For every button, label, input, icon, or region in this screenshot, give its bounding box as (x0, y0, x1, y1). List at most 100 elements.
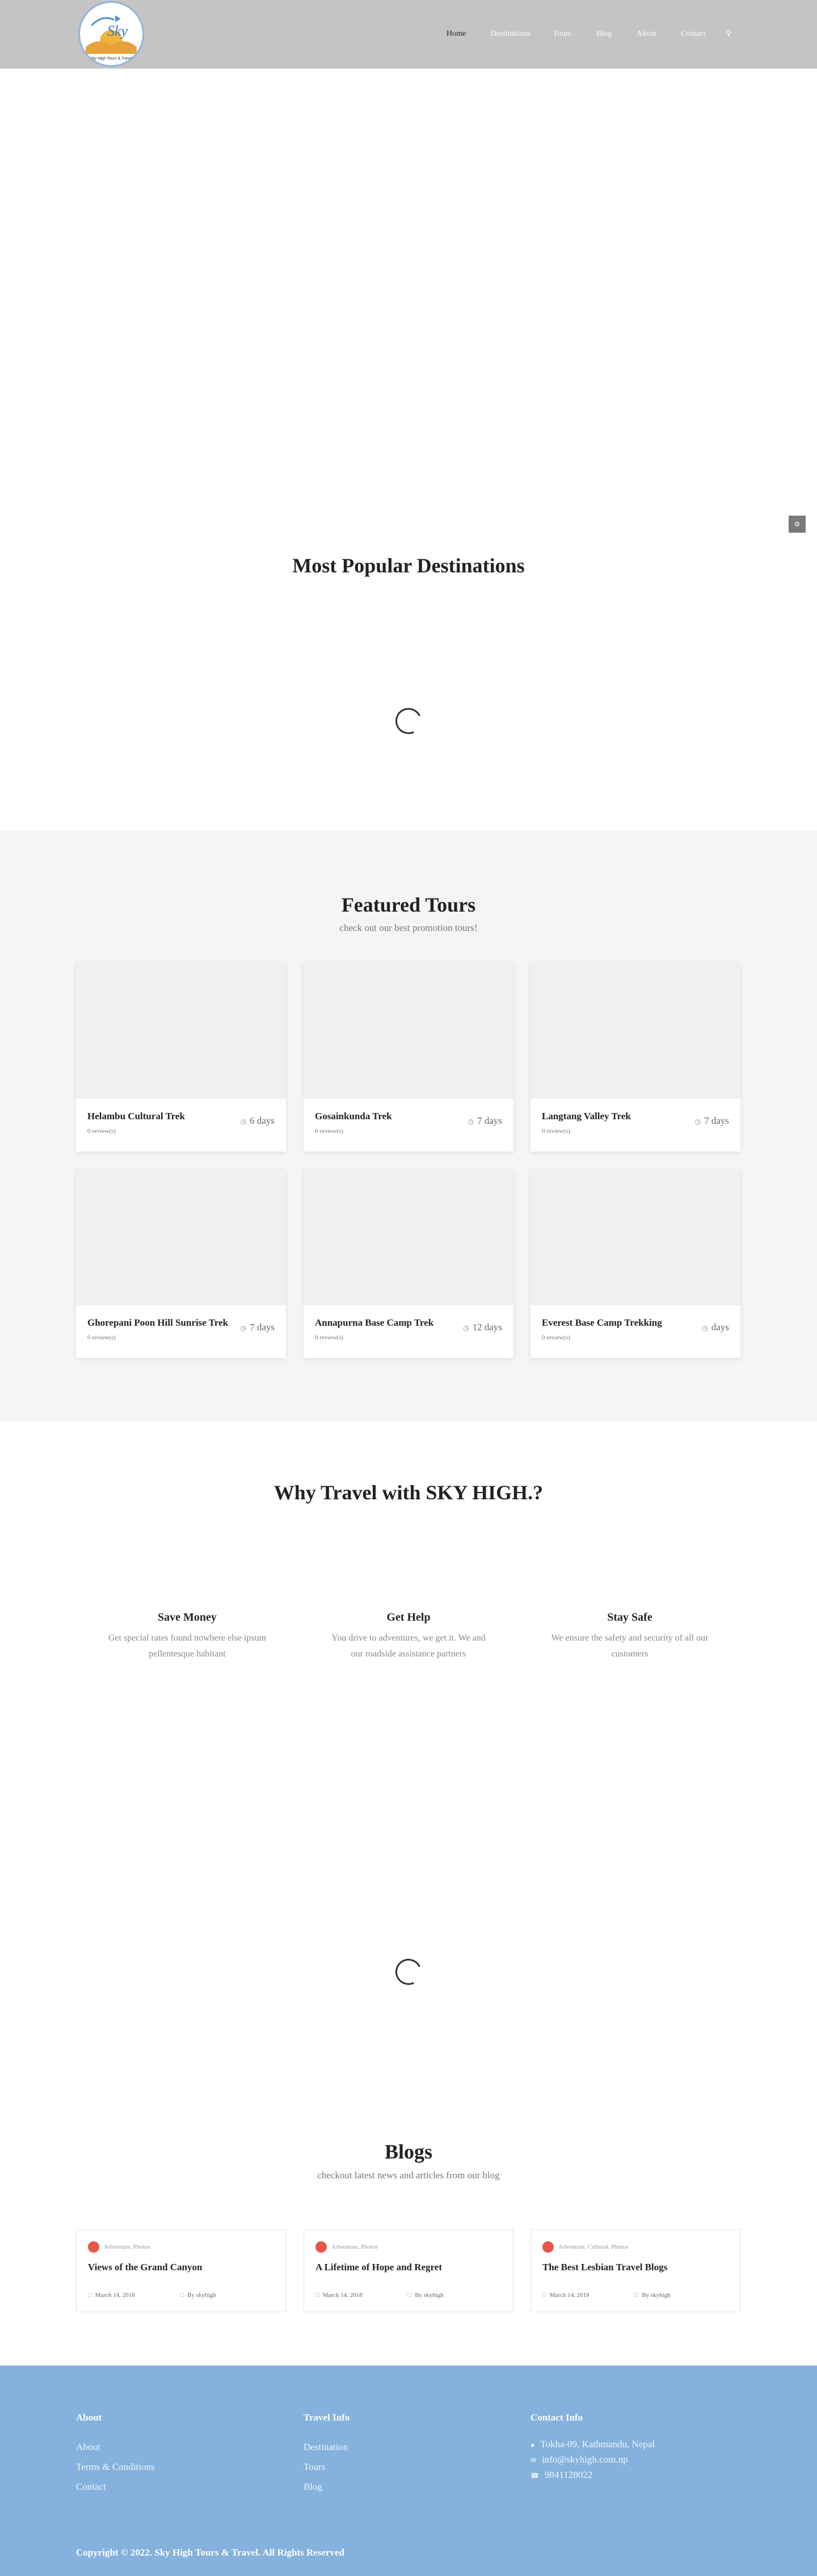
tour-image[interactable] (76, 963, 286, 1099)
blog-title[interactable]: A Lifetime of Hope and Regret (315, 2261, 442, 2274)
tour-duration: ◷ days (702, 1322, 729, 1333)
tour-image[interactable] (530, 963, 740, 1099)
main-nav: Home Destinations Tours Blog About Conta… (0, 27, 817, 41)
tour-reviews: 0 review(s) (315, 1128, 343, 1135)
clock-icon: ◷ (468, 1118, 474, 1125)
clock-icon: ◷ (240, 1324, 247, 1332)
tour-reviews: 0 review(s) (87, 1334, 116, 1341)
loading-spinner (391, 704, 426, 738)
tour-name[interactable]: Helambu Cultural Trek (87, 1110, 185, 1123)
footer-phone[interactable]: ☎ 9841128022 (530, 2468, 655, 2483)
search-icon[interactable]: ⚲ (726, 27, 731, 41)
footer-link-about[interactable]: About (76, 2437, 155, 2457)
blogs-subtitle: checkout latest news and articles from o… (317, 2170, 500, 2181)
footer-link-destination[interactable]: Destination (304, 2437, 349, 2457)
footer-link-blog[interactable]: Blog (304, 2477, 349, 2497)
footer-link-contact[interactable]: Contact (76, 2477, 155, 2497)
blog-meta: □ March 14, 2018 □ By skyhigh (542, 2292, 671, 2299)
feature-get-help: Get Help You drive to adventures, we get… (329, 1610, 488, 1662)
tour-reviews: 0 review(s) (315, 1334, 343, 1341)
tour-image[interactable] (304, 963, 513, 1099)
logo-tagline: Sky High Tours & Travel (90, 57, 133, 61)
feature-desc: Get special rates found nowhere else ips… (108, 1633, 267, 1659)
footer-email[interactable]: ✉ info@skyhigh.com.np (530, 2452, 655, 2468)
envelope-icon: ✉ (530, 2456, 537, 2464)
tour-card[interactable]: Helambu Cultural Trek 0 review(s) ◷ 6 day… (76, 963, 286, 1152)
clock-icon: ◷ (694, 1118, 701, 1125)
blogs-title: Blogs (384, 2140, 433, 2163)
category-icon (542, 2241, 554, 2253)
calendar-icon: □ (315, 2292, 319, 2299)
blog-card[interactable]: Adventure, Photos Views of the Grand Can… (76, 2229, 286, 2312)
nav-contact[interactable]: Contact (681, 27, 706, 41)
loading-spinner (391, 1955, 426, 1989)
tour-image[interactable] (304, 1169, 513, 1305)
phone-icon: ☎ (530, 2472, 539, 2480)
tour-duration: ◷ 12 days (463, 1322, 502, 1333)
featured-title: Featured Tours (341, 893, 476, 916)
footer-link-terms[interactable]: Terms & Conditions (76, 2457, 155, 2477)
blog-meta: □ March 14, 2018 □ By skyhigh (315, 2292, 444, 2299)
category-icon (315, 2241, 327, 2253)
blog-card[interactable]: Adventure, Photos A Lifetime of Hope and… (304, 2229, 513, 2312)
blog-title[interactable]: The Best Lesbian Travel Blogs (542, 2261, 667, 2274)
feature-title: Stay Safe (607, 1611, 652, 1624)
blog-categories[interactable]: Adventure, Photos (88, 2241, 150, 2253)
user-icon: □ (407, 2292, 412, 2299)
category-icon (88, 2241, 99, 2253)
tour-reviews: 0 review(s) (542, 1334, 570, 1341)
feature-desc: You drive to adventures, we get it. We a… (331, 1633, 486, 1659)
tour-duration: ◷ 7 days (468, 1115, 502, 1126)
tour-name[interactable]: Gosainkunda Trek (315, 1110, 392, 1123)
tour-duration: ◷ 6 days (240, 1115, 275, 1126)
nav-tours[interactable]: Tours (553, 27, 571, 41)
calendar-icon: □ (542, 2292, 546, 2299)
footer-about: About About Terms & Conditions Contact (76, 2411, 155, 2497)
feature-stay-safe: Stay Safe We ensure the safety and secur… (550, 1610, 709, 1662)
tour-card[interactable]: Annapurna Base Camp Trek 0 review(s) ◷ 12… (304, 1169, 513, 1358)
destinations-title: Most Popular Destinations (292, 554, 525, 577)
clock-icon: ◷ (702, 1324, 708, 1332)
tour-name[interactable]: Everest Base Camp Trekking (542, 1317, 662, 1329)
calendar-icon: □ (88, 2292, 92, 2299)
blog-card[interactable]: Adventure, Cultural, Photos The Best Les… (530, 2229, 740, 2312)
footer-heading: Travel Info (304, 2412, 350, 2423)
blog-meta: □ March 14, 2018 □ By skyhigh (88, 2292, 216, 2299)
blog-categories[interactable]: Adventure, Photos (315, 2241, 378, 2253)
feature-title: Save Money (158, 1611, 217, 1624)
site-header: Sky Sky High Tours & Travel Home Destina… (0, 0, 817, 69)
tour-reviews: 0 review(s) (87, 1128, 116, 1135)
tour-card[interactable]: Gosainkunda Trek 0 review(s) ◷ 7 days (304, 963, 513, 1152)
tour-name[interactable]: Langtang Valley Trek (542, 1110, 631, 1123)
tour-name[interactable]: Annapurna Base Camp Trek (315, 1317, 433, 1329)
feature-save-money: Save Money Get special rates found nowhe… (108, 1610, 267, 1662)
tour-image[interactable] (530, 1169, 740, 1305)
featured-subtitle: check out our best promotion tours! (339, 922, 478, 933)
footer-address: ● Tokha-09, Kathmandu, Nepal (530, 2439, 655, 2449)
blog-title[interactable]: Views of the Grand Canyon (88, 2261, 203, 2274)
tour-reviews: 0 review(s) (542, 1128, 570, 1135)
tour-duration: ◷ 7 days (240, 1322, 275, 1333)
footer-travel-info: Travel Info Destination Tours Blog (304, 2411, 349, 2497)
tour-card[interactable]: Langtang Valley Trek 0 review(s) ◷ 7 days (530, 963, 740, 1152)
blog-categories[interactable]: Adventure, Cultural, Photos (542, 2241, 628, 2253)
footer-heading: Contact Info (530, 2412, 583, 2423)
tour-card[interactable]: Everest Base Camp Trekking 0 review(s) ◷… (530, 1169, 740, 1358)
map-marker-icon: ● (530, 2441, 535, 2449)
tour-image[interactable] (76, 1169, 286, 1305)
clock-icon: ◷ (240, 1118, 247, 1125)
tour-card[interactable]: Ghorepani Poon Hill Sunrise Trek 0 revie… (76, 1169, 286, 1358)
footer-contact-info: Contact Info ● Tokha-09, Kathmandu, Nepal… (530, 2411, 655, 2483)
gear-icon[interactable]: ⚙ (789, 516, 806, 533)
nav-destinations[interactable]: Destinations (491, 27, 530, 41)
user-icon: □ (634, 2292, 639, 2299)
why-title: Why Travel with SKY HIGH.? (273, 1481, 544, 1504)
footer-link-tours[interactable]: Tours (304, 2457, 349, 2477)
footer-heading: About (76, 2412, 102, 2423)
nav-about[interactable]: About (637, 27, 656, 41)
tour-name[interactable]: Ghorepani Poon Hill Sunrise Trek (87, 1317, 228, 1329)
feature-title: Get Help (386, 1611, 431, 1624)
clock-icon: ◷ (463, 1324, 469, 1332)
nav-home[interactable]: Home (447, 27, 466, 41)
nav-blog[interactable]: Blog (596, 27, 612, 41)
